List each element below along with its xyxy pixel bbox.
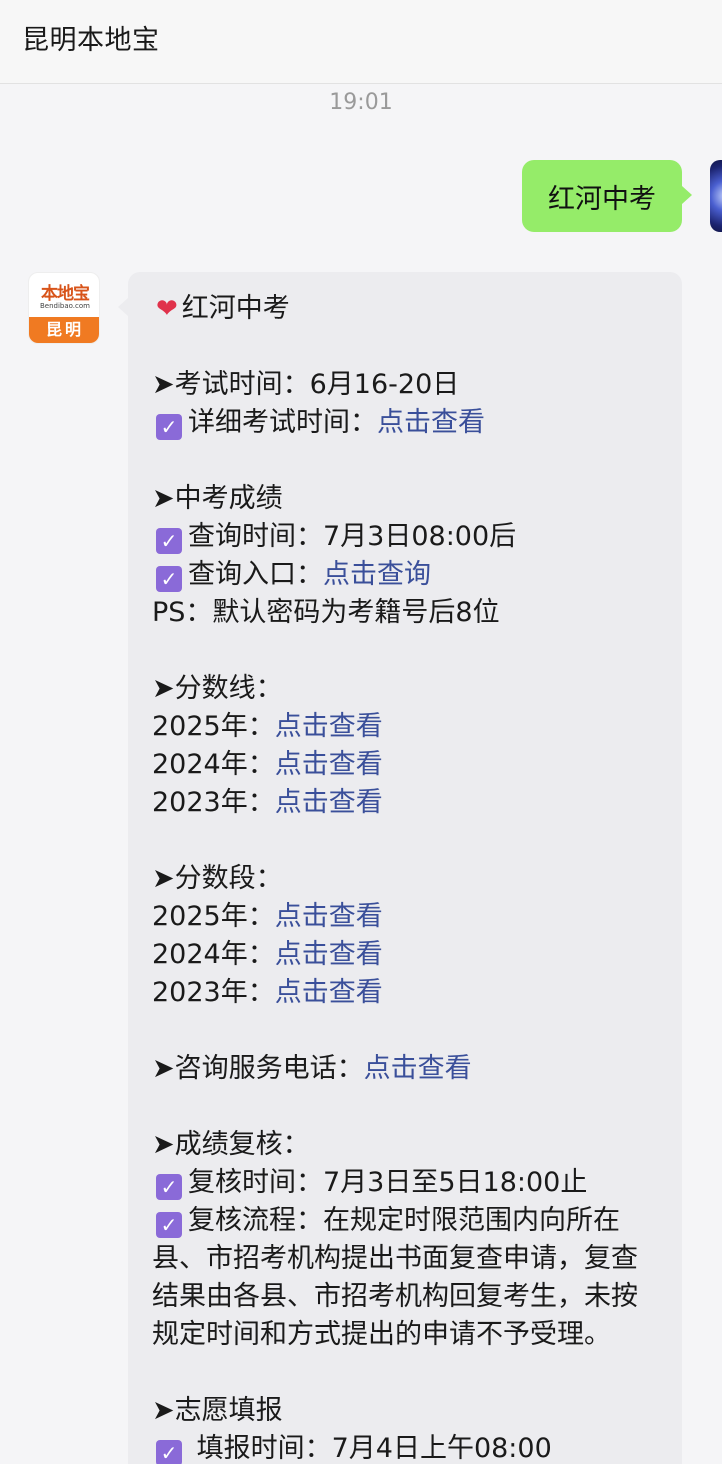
- review-process-line-1: ✓ 复核流程：在规定时限范围内向所在: [152, 1202, 620, 1240]
- message-title-line: ❤ 红河中考: [152, 290, 290, 328]
- chat-title: 昆明本地宝: [22, 25, 160, 56]
- segment-2025-line: 2025年：点击查看: [152, 898, 383, 936]
- review-process-line-2: 县、市招考机构提出书面复查申请，复查: [152, 1243, 638, 1274]
- segment-2024-line: 2024年：点击查看: [152, 936, 383, 974]
- cutoff-2023-line: 2023年：点击查看: [152, 784, 383, 822]
- checkbox-icon: ✓: [156, 528, 182, 554]
- segment-2023-line: 2023年：点击查看: [152, 974, 383, 1012]
- cutoff-year: 2025年：: [152, 711, 275, 742]
- cutoff-year: 2024年：: [152, 749, 275, 780]
- exam-detail-link[interactable]: 点击查看: [377, 407, 485, 438]
- volunteer-time-line: ✓ 填报时间：7月4日上午08:00: [152, 1430, 552, 1464]
- cutoff-year: 2023年：: [152, 787, 275, 818]
- review-process-line-3: 结果由各县、市招考机构回复考生，未按: [152, 1281, 638, 1312]
- cutoff-2023-link[interactable]: 点击查看: [275, 787, 383, 818]
- exam-time-line: ➤考试时间：6月16-20日: [152, 369, 460, 400]
- user-avatar[interactable]: [710, 160, 722, 232]
- review-process-line-4: 规定时间和方式提出的申请不予受理。: [152, 1319, 611, 1350]
- score-query-entry-label: 查询入口：: [188, 559, 323, 590]
- cutoff-2024-link[interactable]: 点击查看: [275, 749, 383, 780]
- user-message-bubble[interactable]: 红河中考: [522, 160, 692, 232]
- cutoff-2025-line: 2025年：点击查看: [152, 708, 383, 746]
- segment-year: 2023年：: [152, 977, 275, 1008]
- heart-icon: ❤: [156, 294, 178, 324]
- bendibao-logo-sub: Bendibao.com: [39, 302, 90, 310]
- ps-note: PS：默认密码为考籍号后8位: [152, 597, 500, 628]
- checkbox-icon: ✓: [156, 1174, 182, 1200]
- score-heading: ➤中考成绩: [152, 483, 283, 514]
- user-message-text: 红河中考: [548, 183, 656, 215]
- bendibao-city: 昆明: [29, 317, 99, 343]
- segment-2023-link[interactable]: 点击查看: [275, 977, 383, 1008]
- phone-line: ➤咨询服务电话：点击查看: [152, 1050, 472, 1088]
- message-timestamp: 19:01: [329, 90, 393, 115]
- checkbox-icon: ✓: [156, 1212, 182, 1238]
- segment-heading: ➤分数段：: [152, 863, 283, 894]
- review-time-line: ✓ 复核时间：7月3日至5日18:00止: [152, 1164, 587, 1202]
- phone-link[interactable]: 点击查看: [364, 1053, 472, 1084]
- score-query-time-line: ✓ 查询时间：7月3日08:00后: [152, 518, 516, 556]
- checkbox-icon: ✓: [156, 566, 182, 592]
- score-query-time: 查询时间：7月3日08:00后: [188, 521, 517, 552]
- cutoff-2025-link[interactable]: 点击查看: [275, 711, 383, 742]
- exam-detail-line: ✓ 详细考试时间：点击查看: [152, 404, 485, 442]
- cutoff-heading: ➤分数线：: [152, 673, 283, 704]
- segment-2024-link[interactable]: 点击查看: [275, 939, 383, 970]
- segment-year: 2024年：: [152, 939, 275, 970]
- bendibao-logo: 本地宝: [41, 284, 90, 304]
- message-title: 红河中考: [181, 293, 290, 324]
- segment-year: 2025年：: [152, 901, 275, 932]
- review-time: 复核时间：7月3日至5日18:00止: [188, 1167, 588, 1198]
- exam-detail-label: 详细考试时间：: [188, 407, 377, 438]
- volunteer-heading: ➤志愿填报: [152, 1395, 283, 1426]
- score-query-link[interactable]: 点击查询: [323, 559, 431, 590]
- volunteer-time: 填报时间：7月4日上午08:00: [188, 1433, 552, 1464]
- review-process-text: 复核流程：在规定时限范围内向所在: [188, 1205, 620, 1236]
- cutoff-2024-line: 2024年：点击查看: [152, 746, 383, 784]
- chat-header: 昆明本地宝: [0, 0, 722, 84]
- checkbox-icon: ✓: [156, 1440, 182, 1464]
- phone-label: ➤咨询服务电话：: [152, 1053, 364, 1084]
- bot-avatar[interactable]: 本地宝 Bendibao.com 昆明: [28, 272, 100, 344]
- score-query-entry-line: ✓ 查询入口：点击查询: [152, 556, 431, 594]
- checkbox-icon: ✓: [156, 414, 182, 440]
- segment-2025-link[interactable]: 点击查看: [275, 901, 383, 932]
- review-heading: ➤成绩复核：: [152, 1129, 310, 1160]
